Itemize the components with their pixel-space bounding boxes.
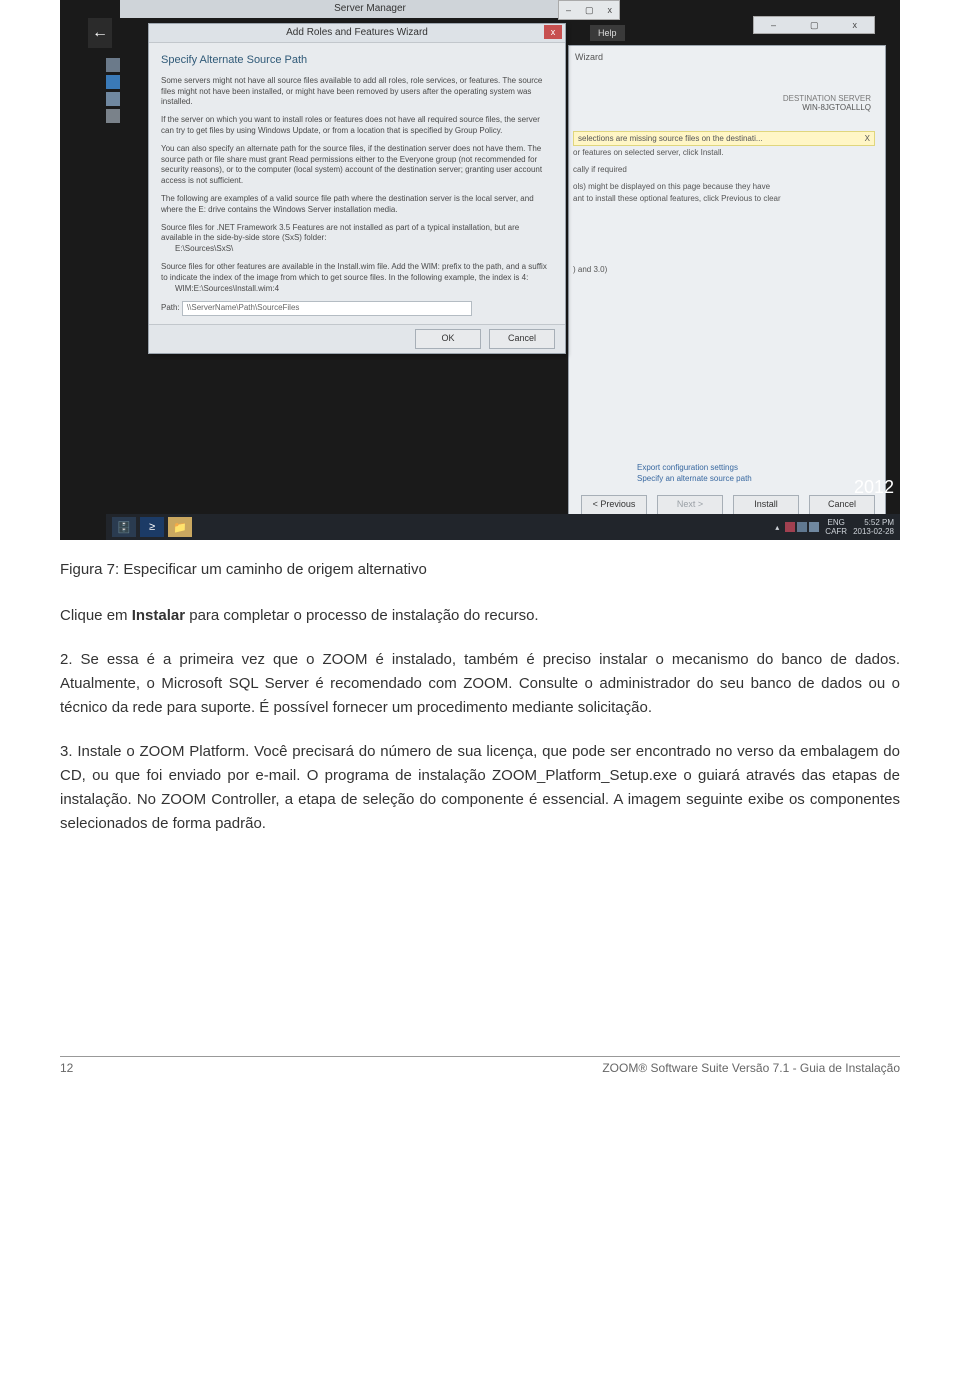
back-icon[interactable]: ←	[88, 18, 112, 48]
install-button[interactable]: Install	[733, 495, 799, 515]
warning-banner: selections are missing source files on t…	[573, 131, 875, 146]
body-text: para completar o processo de instalação …	[185, 607, 539, 624]
path-label: Path:	[161, 303, 180, 312]
footer-text: ZOOM® Software Suite Versão 7.1 - Guia d…	[602, 1061, 900, 1075]
wizard-word: Wizard	[575, 52, 603, 62]
body-text: 2. Se essa é a primeira vez que o ZOOM é…	[60, 648, 900, 720]
cancel-button[interactable]: Cancel	[489, 329, 555, 349]
info-icon[interactable]	[106, 75, 120, 89]
network-icon[interactable]	[797, 522, 807, 532]
body-text-bold: Instalar	[132, 607, 185, 624]
body-text: Clique em	[60, 607, 132, 624]
explorer-taskbar-icon[interactable]: 📁	[168, 517, 192, 537]
body-text: 3. Instale o ZOOM Platform. Você precisa…	[60, 740, 900, 836]
wizard-partial-text: or features on selected server, click In…	[573, 148, 875, 277]
help-menu[interactable]: Help	[590, 25, 625, 41]
keyboard-indicator[interactable]: CAFR	[825, 527, 847, 536]
group-icon[interactable]	[106, 92, 120, 106]
path-input[interactable]: \\ServerName\Path\SourceFiles	[182, 301, 472, 316]
flag-icon[interactable]	[785, 522, 795, 532]
screenshot-windows-server: ← Server Manager – ▢ x Help – ▢ x Wizard…	[60, 0, 900, 540]
export-config-link[interactable]: Export configuration settings	[637, 463, 752, 472]
tray-up-icon[interactable]: ▴	[775, 523, 779, 532]
taskbar[interactable]: 🗄️ ≥ 📁 ▴ ENG CAFR 5:52 PM 2013-02-28	[106, 514, 900, 540]
language-indicator[interactable]: ENG	[825, 518, 847, 527]
specify-source-link[interactable]: Specify an alternate source path	[637, 474, 752, 483]
page-number: 12	[60, 1061, 73, 1075]
close-icon[interactable]: x	[852, 20, 857, 30]
page-footer: 12 ZOOM® Software Suite Versão 7.1 - Gui…	[60, 1056, 900, 1075]
minimize-icon[interactable]: –	[566, 5, 571, 15]
clock-date[interactable]: 2013-02-28	[853, 527, 894, 536]
ok-button[interactable]: OK	[415, 329, 481, 349]
dialog-title: Add Roles and Features Wizard	[286, 27, 428, 38]
figure-caption: Figura 7: Especificar um caminho de orig…	[60, 558, 900, 582]
dialog-text: Source files for .NET Framework 3.5 Feat…	[161, 223, 553, 255]
dialog-heading: Specify Alternate Source Path	[161, 53, 553, 68]
document-body: Figura 7: Especificar um caminho de orig…	[60, 558, 900, 836]
close-icon[interactable]: x	[544, 25, 562, 39]
wizard-window-background: – ▢ x Wizard DESTINATION SERVER WIN-8JGT…	[568, 45, 886, 522]
dialog-text: Source files for other features are avai…	[161, 262, 553, 294]
sound-icon[interactable]	[809, 522, 819, 532]
dialog-text: If the server on which you want to insta…	[161, 115, 553, 137]
minimize-icon[interactable]: –	[771, 20, 776, 30]
banner-close-icon[interactable]: X	[865, 134, 870, 143]
alternate-source-dialog: Add Roles and Features Wizard x Specify …	[148, 23, 566, 354]
maximize-icon[interactable]: ▢	[810, 20, 819, 31]
previous-button[interactable]: < Previous	[581, 495, 647, 515]
maximize-icon[interactable]: ▢	[585, 5, 594, 16]
sidebar-icons	[106, 58, 124, 123]
dashboard-icon[interactable]	[106, 58, 120, 72]
powershell-taskbar-icon[interactable]: ≥	[140, 517, 164, 537]
warning-text: selections are missing source files on t…	[578, 134, 763, 143]
window-controls[interactable]: – ▢ x	[558, 0, 620, 20]
dialog-titlebar[interactable]: Add Roles and Features Wizard x	[149, 24, 565, 43]
dialog-text: Some servers might not have all source f…	[161, 76, 553, 108]
dialog-text: You can also specify an alternate path f…	[161, 144, 553, 187]
wizard-links: Export configuration settings Specify an…	[637, 463, 752, 485]
clock-time[interactable]: 5:52 PM	[853, 518, 894, 527]
next-button: Next >	[657, 495, 723, 515]
destination-server-label: DESTINATION SERVER WIN-8JGTOALLLQ	[783, 94, 871, 112]
server-manager-taskbar-icon[interactable]: 🗄️	[112, 517, 136, 537]
close-icon[interactable]: x	[607, 5, 612, 15]
path-row: Path: \\ServerName\Path\SourceFiles	[161, 301, 553, 316]
wizard-window-controls[interactable]: – ▢ x	[753, 16, 875, 34]
windows-year: 2012	[854, 477, 894, 498]
tray-icons[interactable]	[785, 522, 819, 532]
server-icon[interactable]	[106, 109, 120, 123]
cancel-button[interactable]: Cancel	[809, 495, 875, 515]
dialog-text: The following are examples of a valid so…	[161, 194, 553, 216]
